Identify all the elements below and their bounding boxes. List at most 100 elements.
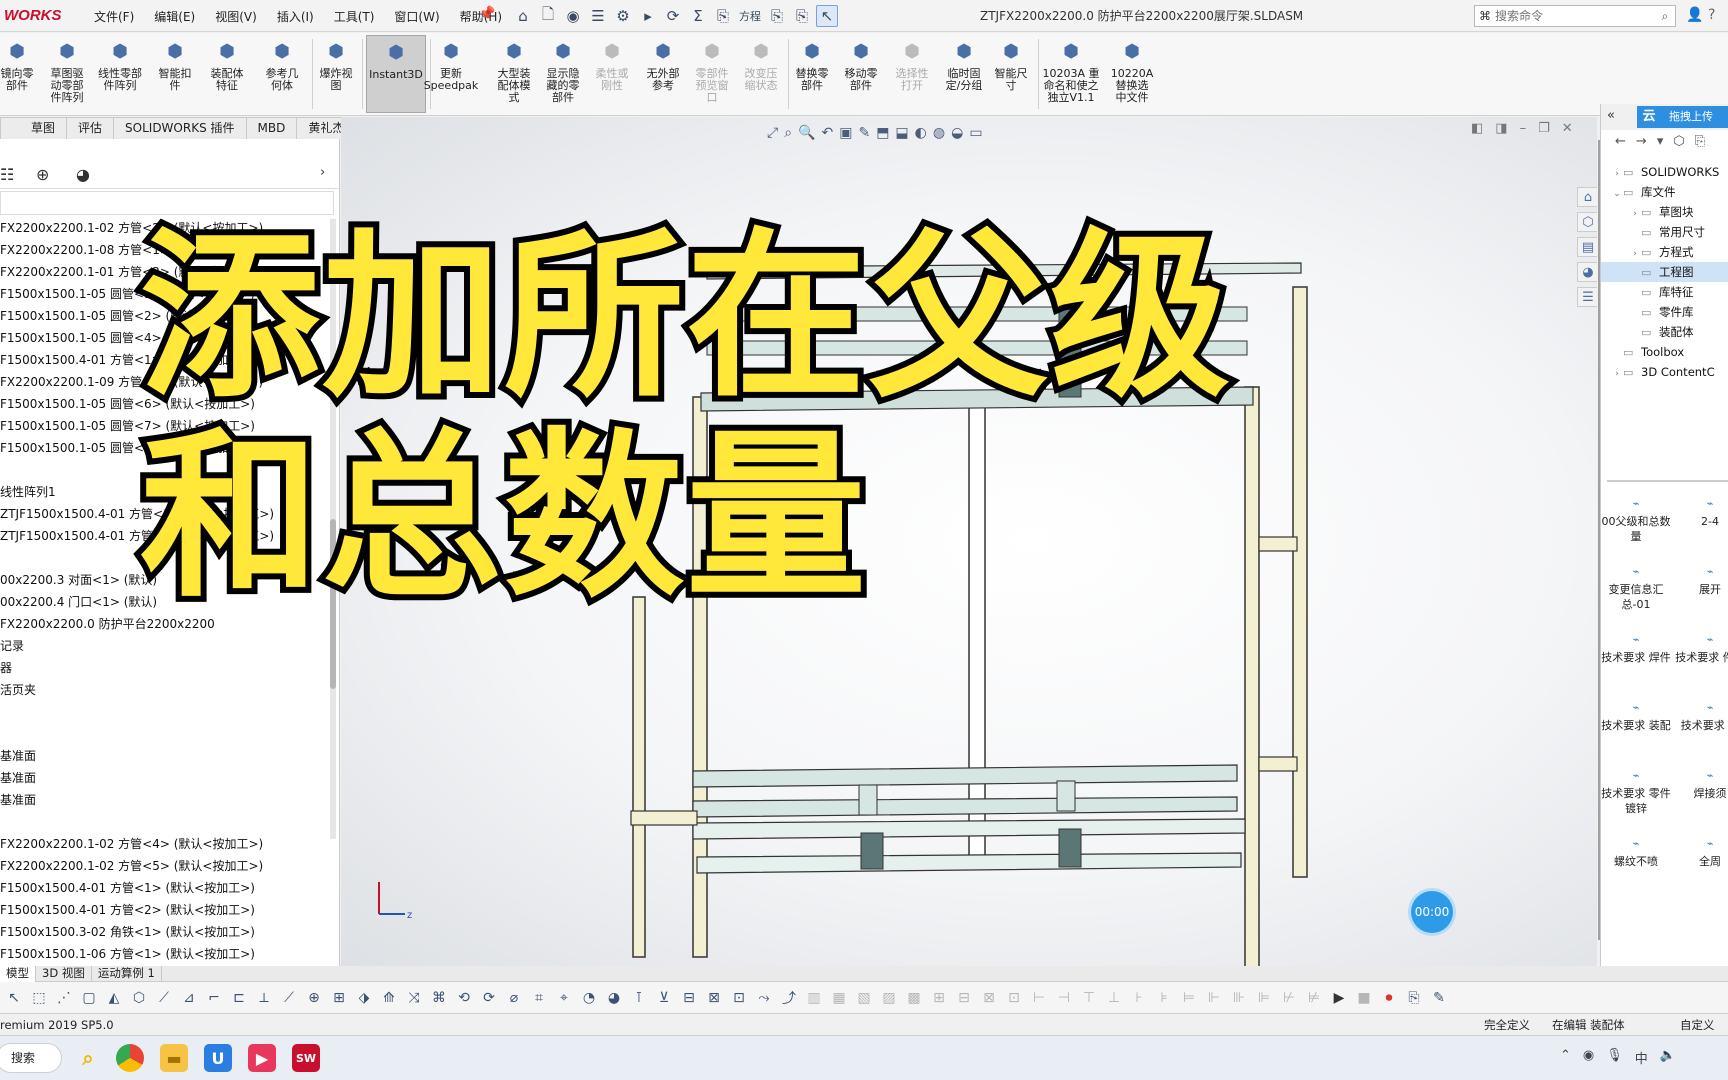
library-tree-item[interactable]: › ▭ 3D ContentC xyxy=(1601,362,1728,382)
feature-tree-item[interactable]: F1500x1500.4-01 方管<1> (默认<按加工>) xyxy=(0,349,330,371)
tab-mbd[interactable]: MBD xyxy=(245,117,298,139)
feature-tree-item[interactable]: 基准面 xyxy=(0,745,330,767)
sketch-tool-icon[interactable]: ⌐ xyxy=(204,990,224,1006)
library-tree-item[interactable]: ▭ 零件库 xyxy=(1601,302,1728,322)
sketch-tool-icon[interactable]: ⟳ xyxy=(479,990,499,1006)
app-icon-red[interactable]: ▶ xyxy=(248,1044,276,1072)
insert-component-icon[interactable]: ⎘ xyxy=(712,5,734,27)
stop-icon[interactable]: ■ xyxy=(1354,990,1374,1006)
sketch-tool-icon[interactable]: ⤴ xyxy=(779,988,799,1008)
bottom-rail-3[interactable] xyxy=(692,818,1246,840)
feature-tree-item[interactable]: 基准面 xyxy=(0,767,330,789)
menu-edit[interactable]: 编辑(E) xyxy=(144,8,205,25)
feature-tree-item[interactable]: F1500x1500.1-05 圆管<1> (默认<按加工>) xyxy=(0,283,330,305)
ribbon-button-12[interactable]: ⬢ 无外部 参考 xyxy=(640,35,686,113)
tray-mic-icon[interactable]: 🎙 xyxy=(1606,1048,1623,1067)
tray-chevron-icon[interactable]: ⌃ xyxy=(1560,1048,1571,1067)
feature-tree-item[interactable]: 器 xyxy=(0,657,330,679)
forward-arrow-icon[interactable]: → xyxy=(1636,134,1647,156)
ribbon-button-5[interactable]: ⬢ 参考几 何体 xyxy=(256,35,308,113)
options-gear-icon[interactable]: ⚙ xyxy=(612,5,634,27)
library-item[interactable]: ⌁ 00父级和总数量 xyxy=(1601,496,1671,544)
feature-tree-item[interactable]: 00x2200.3 对面<1> (默认) xyxy=(0,569,330,591)
ribbon-button-7[interactable]: ⬢ Instant3D xyxy=(366,35,426,113)
sigma-icon[interactable]: Σ xyxy=(687,5,709,27)
bottom-support-1[interactable] xyxy=(858,784,878,816)
feature-tree-item[interactable]: F1500x1500.4-01 方管<2> (默认<按加工>) xyxy=(0,899,330,921)
dropdown-icon[interactable]: ▾ xyxy=(1657,134,1664,156)
tray-volume-icon[interactable]: 🔈 xyxy=(1660,1048,1676,1067)
sketch-tool-icon[interactable]: ⊡ xyxy=(729,990,749,1006)
feature-tree-item[interactable]: ZTJF1500x1500.4-01 方管<1> (默认<按加工>) xyxy=(0,503,330,525)
tray-ime-icon[interactable]: 中 xyxy=(1635,1048,1648,1067)
sketch-tool-icon[interactable]: ⟰ xyxy=(379,990,399,1006)
sketch-tool-icon[interactable]: ⊟ xyxy=(679,990,699,1006)
twisty-icon[interactable]: › xyxy=(1611,364,1623,384)
twisty-icon[interactable]: ⌄ xyxy=(1611,184,1623,204)
library-item[interactable]: ⌁ 技术要求 件 xyxy=(1675,700,1728,733)
sketch-tool-icon[interactable]: ⊿ xyxy=(179,990,199,1006)
twisty-icon[interactable]: › xyxy=(1629,204,1641,224)
app-icon-u[interactable]: U xyxy=(204,1044,232,1072)
library-item[interactable]: ⌁ 变更信息汇总-01 xyxy=(1601,564,1671,612)
sketch-tool-icon[interactable]: ⬚ xyxy=(29,990,49,1006)
sketch-tool-icon[interactable]: ⟂ xyxy=(254,990,274,1006)
ribbon-button-14[interactable]: ⬢ 改变压 缩状态 xyxy=(738,35,784,113)
sketch-tool-icon[interactable]: ⋰ xyxy=(54,990,74,1006)
feature-tree-item[interactable]: F1500x1500.1-05 圆管<6> (默认<按加工>) xyxy=(0,393,330,415)
library-tree-item[interactable]: ▭ Toolbox xyxy=(1601,342,1728,362)
equation-label[interactable]: 方程 xyxy=(737,5,763,27)
sketch-tool-icon[interactable]: ⌀ xyxy=(504,990,524,1006)
sketch-tool-icon[interactable]: ⬗ xyxy=(354,990,374,1006)
menu-insert[interactable]: 插入(I) xyxy=(267,8,324,25)
select-cursor-icon[interactable]: ↖ xyxy=(816,5,838,27)
ribbon-button-3[interactable]: ⬢ 智能扣 件 xyxy=(152,35,198,113)
sketch-tool-icon[interactable]: ◭ xyxy=(104,990,124,1006)
traffic-light-icon[interactable]: ◉ xyxy=(562,5,584,27)
help-icon[interactable]: ? xyxy=(1708,7,1715,23)
bottom-support-2[interactable] xyxy=(1056,780,1076,812)
sketch-tool-icon[interactable]: ⤳ xyxy=(754,990,774,1006)
chrome-icon[interactable] xyxy=(116,1044,144,1072)
ribbon-button-13[interactable]: ⬢ 零部件 预览窗 口 xyxy=(690,35,734,113)
feature-tree-item[interactable]: ZTJF1500x1500.4-01 方管<2> (默认<按加工>) xyxy=(0,525,330,547)
frame-post-right[interactable] xyxy=(1244,386,1260,966)
library-tree-item[interactable]: ▭ 库特征 xyxy=(1601,282,1728,302)
sketch-tool-icon[interactable]: ⌖ xyxy=(554,990,574,1006)
sketch-tool-icon[interactable]: ◔ xyxy=(579,990,599,1006)
sketch-tool-icon[interactable]: ▢ xyxy=(79,990,99,1006)
feature-tree-item[interactable]: 线性阵列1 xyxy=(0,481,330,503)
feature-tree-scrollbar[interactable] xyxy=(330,219,336,839)
pin-menu-icon[interactable]: 📌 xyxy=(478,6,495,22)
feature-tree-item[interactable]: 00x2200.4 门口<1> (默认) xyxy=(0,591,330,613)
side-bracket-right-2[interactable] xyxy=(1258,756,1298,772)
ribbon-button-9[interactable]: ⬢ 大型装 配体模 式 xyxy=(492,35,536,113)
taskbar-search[interactable]: 搜索 xyxy=(0,1043,62,1073)
sketch-tool-icon[interactable]: ⟋ xyxy=(154,990,174,1006)
home-icon[interactable]: ⌂ xyxy=(512,5,534,27)
feature-tree-item[interactable]: FX2200x2200.1-09 方管<1> (默认<按加工>) xyxy=(0,371,330,393)
add-file-icon[interactable]: ⎘ xyxy=(1695,134,1705,156)
library-item[interactable]: ⌁ 技术要求 装配 xyxy=(1601,700,1671,733)
tab-solidworks-addins[interactable]: SOLIDWORKS 插件 xyxy=(113,117,247,139)
feature-tree-item[interactable]: F1500x1500.3-02 角铁<1> (默认<按加工>) xyxy=(0,921,330,943)
top-rail-1[interactable] xyxy=(706,306,1248,322)
play-icon[interactable]: ▶ xyxy=(1329,990,1349,1006)
ribbon-button-15[interactable]: ⬢ 替换零 部件 xyxy=(790,35,834,113)
sketch-tool-icon[interactable]: ⊻ xyxy=(654,990,674,1006)
ribbon-button-6[interactable]: ⬢ 爆炸视 图 xyxy=(314,35,358,113)
solidworks-logo[interactable]: WORKS xyxy=(0,6,66,26)
frame-post-left-front[interactable] xyxy=(632,596,646,958)
top-rail-2[interactable] xyxy=(706,340,1248,356)
library-tree-item[interactable]: ▭ 常用尺寸 xyxy=(1601,222,1728,242)
ribbon-button-19[interactable]: ⬢ 智能尺 寸 xyxy=(988,35,1034,113)
ribbon-button-10[interactable]: ⬢ 显示隐 藏的零 部件 xyxy=(540,35,586,113)
configuration-manager-icon[interactable]: ⊕ xyxy=(36,165,49,184)
library-item[interactable]: ⌁ 焊接须 xyxy=(1675,768,1728,801)
custom-properties-icon[interactable]: ☰ xyxy=(1577,287,1597,307)
sketch-tool-icon[interactable]: ⊺ xyxy=(629,990,649,1006)
magnifier-icon[interactable]: ⌕ xyxy=(1655,9,1675,24)
assembly-frame-model[interactable] xyxy=(341,117,1597,966)
home-view-icon[interactable]: ⌂ xyxy=(1577,187,1597,207)
bottom-rail-2[interactable] xyxy=(692,796,1238,818)
